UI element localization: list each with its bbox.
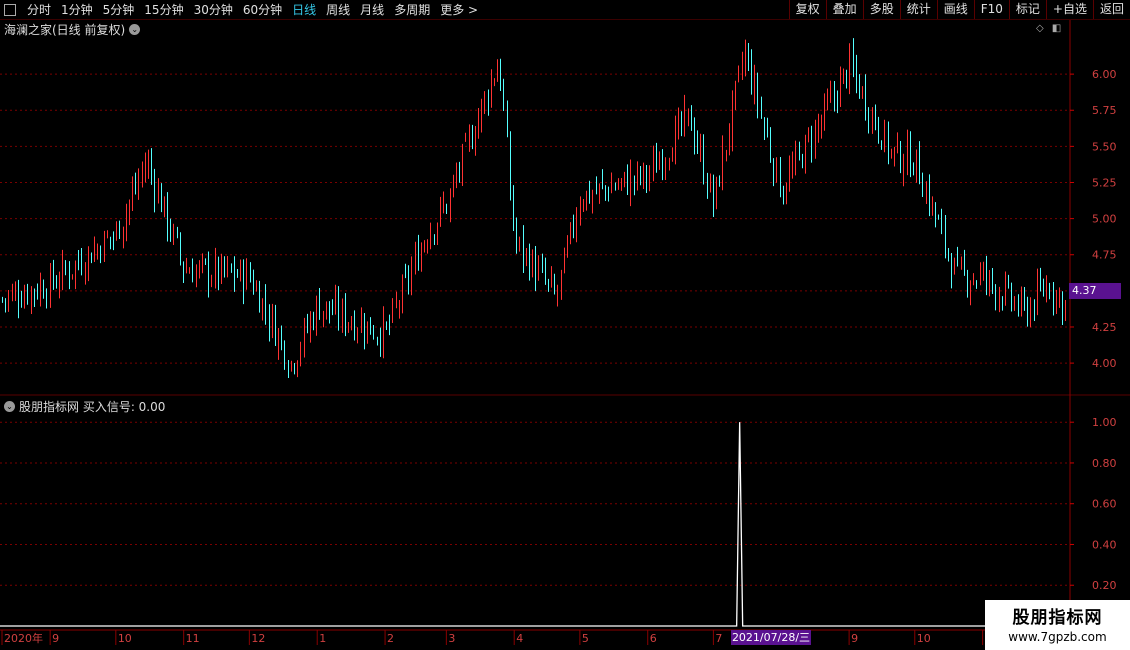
chevron-down-icon[interactable]: ⌄ — [4, 401, 15, 412]
side-list — [1121, 20, 1130, 630]
y-tick-label: 5.00 — [1092, 213, 1117, 226]
window-icons: ◇ ◧ — [1036, 23, 1061, 34]
x-tick-label: 11 — [186, 632, 200, 645]
indicator-y-tick-label: 0.60 — [1092, 498, 1117, 511]
indicator-title: ⌄ 股朋指标网 买入信号: 0.00 — [4, 398, 165, 415]
y-tick-label: 5.25 — [1092, 176, 1117, 189]
chevron-down-icon[interactable]: ⌄ — [129, 24, 141, 35]
indicator-y-tick-label: 1.00 — [1092, 416, 1117, 429]
x-tick-label: 9 — [851, 632, 858, 645]
x-tick-label: 12 — [251, 632, 265, 645]
stock-title-text: 海澜之家(日线 前复权) — [4, 23, 126, 37]
indicator-title-text: 股朋指标网 买入信号: 0.00 — [19, 400, 166, 414]
y-tick-label: 6.00 — [1092, 68, 1117, 81]
last-price-tag: 4.37 — [1069, 283, 1121, 299]
indicator-y-tick-label: 0.40 — [1092, 538, 1117, 551]
watermark-url: www.7gpzb.com — [1008, 630, 1107, 644]
x-tick-label: 3 — [448, 632, 455, 645]
indicator-y-tick-label: 0.80 — [1092, 457, 1117, 470]
indicator-y-tick-label: 0.20 — [1092, 579, 1117, 592]
buy-signal-line — [0, 422, 1070, 627]
y-tick-label: 4.00 — [1092, 357, 1117, 370]
stock-title: 海澜之家(日线 前复权) ⌄ — [4, 21, 141, 38]
x-tick-label: 10 — [118, 632, 132, 645]
cursor-date-tag: 2021/07/28/三 — [731, 630, 811, 645]
x-tick-label: 9 — [52, 632, 59, 645]
y-tick-label: 5.75 — [1092, 104, 1117, 117]
watermark: 股朋指标网 www.7gpzb.com — [985, 600, 1130, 650]
x-tick-label: 5 — [582, 632, 589, 645]
x-tick-label: 10 — [917, 632, 931, 645]
y-tick-label: 4.75 — [1092, 249, 1117, 262]
x-tick-label: 7 — [715, 632, 722, 645]
diamond-icon[interactable]: ◇ — [1036, 23, 1044, 34]
x-tick-label: 6 — [650, 632, 657, 645]
watermark-title: 股朋指标网 — [1012, 608, 1103, 628]
kline-chart[interactable]: 6.005.755.505.255.004.754.504.254.001.00… — [0, 0, 1130, 650]
y-tick-label: 4.25 — [1092, 321, 1117, 334]
x-tick-label: 4 — [516, 632, 523, 645]
y-tick-label: 5.50 — [1092, 140, 1117, 153]
x-tick-label: 2020年 — [4, 631, 43, 645]
x-tick-label: 1 — [319, 632, 326, 645]
x-tick-label: 2 — [387, 632, 394, 645]
panel-icon[interactable]: ◧ — [1052, 23, 1061, 34]
